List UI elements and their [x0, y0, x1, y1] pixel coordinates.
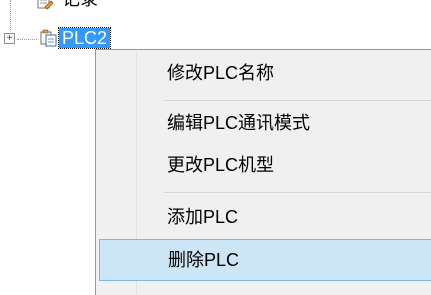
menu-item-rename-plc[interactable]: 修改PLC名称: [99, 52, 431, 94]
tree-node-record-label[interactable]: 记录: [62, 0, 98, 9]
menu-item-edit-comm-mode[interactable]: 编辑PLC通讯模式: [99, 102, 431, 144]
tree-expand-button[interactable]: +: [4, 33, 15, 44]
menu-separator: [164, 192, 431, 193]
tree-node-plc2-label[interactable]: PLC2: [57, 27, 112, 49]
menu-separator: [164, 100, 431, 101]
copy-documents-icon: [40, 29, 58, 47]
menu-item-delete-plc[interactable]: 删除PLC: [99, 239, 431, 281]
tree-connector-vertical: [10, 0, 11, 30]
menu-item-change-plc-model[interactable]: 更改PLC机型: [99, 144, 431, 186]
context-menu: 修改PLC名称 编辑PLC通讯模式 更改PLC机型 添加PLC 删除PLC: [95, 49, 431, 295]
tree-view-area: 记录 + PLC2 修改PLC名称 编辑PLC通讯模式 更改PLC机型 添加PL…: [0, 0, 431, 295]
tree-connector-horizontal: [17, 39, 37, 40]
menu-item-add-plc[interactable]: 添加PLC: [99, 196, 431, 238]
edit-document-icon: [36, 0, 54, 10]
